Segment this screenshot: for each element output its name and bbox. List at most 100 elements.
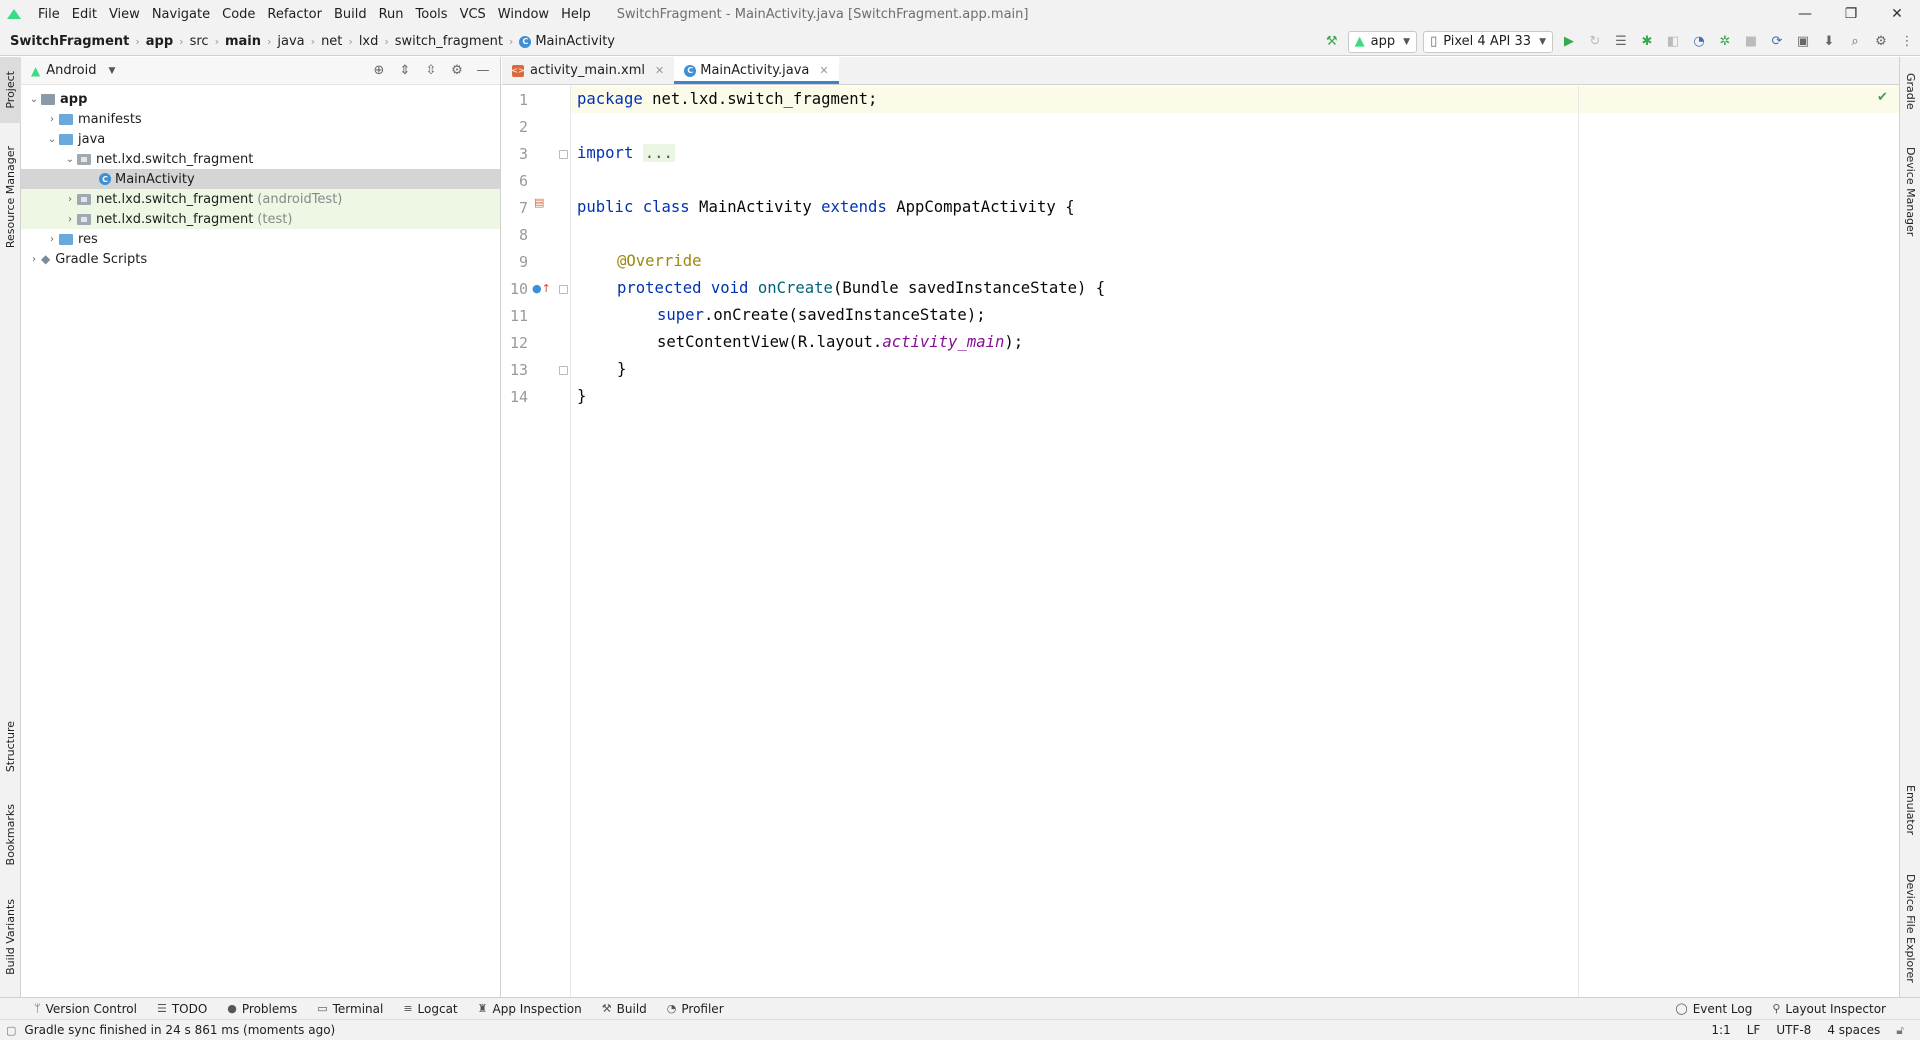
override-method-icon[interactable]: ●↑	[532, 282, 551, 295]
status-message[interactable]: ▢ Gradle sync finished in 24 s 861 ms (m…	[6, 1023, 335, 1037]
breadcrumb-lxd[interactable]: lxd	[355, 34, 383, 49]
breadcrumb-project[interactable]: SwitchFragment	[0, 34, 133, 49]
breadcrumb-switch-fragment[interactable]: switch_fragment	[391, 34, 507, 49]
tool-tab-gradle[interactable]: Gradle	[1900, 61, 1920, 121]
breadcrumb-net[interactable]: net	[317, 34, 346, 49]
sync-gradle-icon[interactable]: ⟳	[1764, 31, 1790, 53]
chevron-down-icon: ▼	[1403, 36, 1411, 47]
menu-view[interactable]: View	[103, 7, 146, 22]
tool-build[interactable]: ⚒ Build	[592, 1002, 657, 1016]
run-icon[interactable]: ▶	[1556, 31, 1582, 53]
layout-file-gutter-icon[interactable]: ▤	[534, 196, 544, 209]
fold-marker-icon[interactable]	[559, 285, 568, 294]
profile-icon[interactable]: ◔	[1686, 31, 1712, 53]
tree-item-app[interactable]: ⌄ app	[21, 89, 500, 109]
tool-tab-project[interactable]: Project	[0, 57, 21, 123]
tool-logcat[interactable]: ≡ Logcat	[393, 1002, 467, 1016]
menu-help[interactable]: Help	[555, 7, 597, 22]
tree-item-manifests[interactable]: › manifests	[21, 109, 500, 129]
tool-tab-emulator[interactable]: Emulator	[1900, 775, 1920, 845]
tree-item-package[interactable]: ⌄ net.lxd.switch_fragment	[21, 149, 500, 169]
hammer-icon: ⚒	[601, 1002, 612, 1015]
run-config-select[interactable]: ▲ app ▼	[1347, 30, 1418, 53]
tool-profiler[interactable]: ◔ Profiler	[657, 1002, 734, 1016]
tool-tab-build-variants[interactable]: Build Variants	[0, 887, 21, 987]
tree-item-mainactivity[interactable]: C MainActivity	[21, 169, 500, 189]
more-icon[interactable]: ⋮	[1894, 31, 1920, 53]
tab-activity-main-xml[interactable]: <> activity_main.xml ✕	[502, 57, 674, 84]
breadcrumb-app[interactable]: app	[142, 34, 177, 49]
device-manager-icon[interactable]: ▣	[1790, 31, 1816, 53]
caret-position[interactable]: 1:1	[1711, 1023, 1730, 1037]
tool-todo[interactable]: ☰ TODO	[147, 1002, 217, 1016]
menu-edit[interactable]: Edit	[66, 7, 103, 22]
code-editor[interactable]: package net.lxd.switch_fragment; import …	[571, 86, 1899, 997]
make-project-hammer-icon[interactable]: ⚒	[1319, 31, 1345, 53]
menu-tools[interactable]: Tools	[410, 7, 454, 22]
menu-file[interactable]: File	[32, 7, 66, 22]
expand-all-icon[interactable]: ⇕	[392, 63, 418, 78]
tool-tab-bookmarks[interactable]: Bookmarks	[0, 795, 21, 875]
breadcrumb-main[interactable]: main	[221, 34, 265, 49]
collapse-all-icon[interactable]: ⇳	[418, 63, 444, 78]
apply-changes-icon[interactable]: ☰	[1608, 31, 1634, 53]
folder-icon	[59, 233, 73, 245]
hide-panel-icon[interactable]: —	[470, 63, 496, 78]
sdk-manager-icon[interactable]: ⬇	[1816, 31, 1842, 53]
close-tab-icon[interactable]: ✕	[819, 64, 828, 77]
coverage-icon[interactable]: ◧	[1660, 31, 1686, 53]
fold-marker-icon[interactable]	[559, 150, 568, 159]
tool-event-log[interactable]: ◯ Event Log	[1665, 1002, 1762, 1016]
toggle-tool-windows-icon[interactable]: ▢	[6, 1024, 16, 1037]
breadcrumb-mainactivity[interactable]: C MainActivity	[515, 34, 619, 49]
menu-vcs[interactable]: VCS	[454, 7, 492, 22]
panel-options-gear-icon[interactable]: ⚙	[444, 63, 470, 78]
indent-setting[interactable]: 4 spaces	[1827, 1023, 1880, 1037]
close-tab-icon[interactable]: ✕	[655, 64, 664, 77]
stop-icon[interactable]: ■	[1738, 31, 1764, 53]
close-window-button[interactable]: ✕	[1874, 0, 1920, 28]
menu-build[interactable]: Build	[328, 7, 373, 22]
tool-terminal[interactable]: ▭ Terminal	[307, 1002, 393, 1016]
tool-tab-device-file-explorer[interactable]: Device File Explorer	[1900, 863, 1920, 993]
locate-file-icon[interactable]: ⊕	[366, 63, 392, 78]
tree-item-label: MainActivity	[115, 171, 195, 187]
tool-tab-resource-manager[interactable]: Resource Manager	[0, 137, 21, 257]
tree-item-java[interactable]: ⌄ java	[21, 129, 500, 149]
folded-imports[interactable]: ...	[642, 144, 675, 162]
breadcrumb-java[interactable]: java	[273, 34, 308, 49]
tree-item-package-androidtest[interactable]: › net.lxd.switch_fragment (androidTest)	[21, 189, 500, 209]
rerun-icon[interactable]: ↻	[1582, 31, 1608, 53]
tool-problems[interactable]: ● Problems	[217, 1002, 307, 1016]
tool-layout-inspector[interactable]: ⚲ Layout Inspector	[1762, 1002, 1896, 1016]
tab-mainactivity-java[interactable]: C MainActivity.java ✕	[674, 57, 840, 84]
lock-icon[interactable]: 🔓︎	[1896, 1023, 1904, 1038]
tool-tab-structure[interactable]: Structure	[0, 707, 21, 787]
profiler-icon: ◔	[666, 1002, 677, 1015]
tool-app-inspection[interactable]: ♜ App Inspection	[468, 1002, 592, 1016]
device-select[interactable]: ▯ Pixel 4 API 33 ▼	[1423, 30, 1553, 53]
line-separator[interactable]: LF	[1747, 1023, 1761, 1037]
tree-item-label: net.lxd.switch_fragment	[96, 211, 254, 227]
file-encoding[interactable]: UTF-8	[1776, 1023, 1811, 1037]
search-icon[interactable]: ⌕	[1842, 31, 1868, 53]
tree-item-res[interactable]: › res	[21, 229, 500, 249]
tree-item-gradle-scripts[interactable]: › ◆ Gradle Scripts	[21, 249, 500, 269]
tree-item-package-test[interactable]: › net.lxd.switch_fragment (test)	[21, 209, 500, 229]
breadcrumb-src[interactable]: src	[186, 34, 213, 49]
no-problems-check-icon[interactable]: ✔	[1877, 90, 1888, 105]
restore-button[interactable]: ❐	[1828, 0, 1874, 28]
menu-window[interactable]: Window	[492, 7, 555, 22]
menu-code[interactable]: Code	[216, 7, 261, 22]
attach-debugger-icon[interactable]: ✲	[1712, 31, 1738, 53]
menu-run[interactable]: Run	[373, 7, 410, 22]
fold-marker-icon[interactable]	[559, 366, 568, 375]
menu-navigate[interactable]: Navigate	[146, 7, 216, 22]
project-view-select[interactable]: ▲ Android ▼	[31, 63, 115, 78]
settings-gear-icon[interactable]: ⚙	[1868, 31, 1894, 53]
minimize-button[interactable]: —	[1782, 0, 1828, 28]
menu-refactor[interactable]: Refactor	[261, 7, 328, 22]
debug-icon[interactable]: ✱	[1634, 31, 1660, 53]
tool-tab-device-manager[interactable]: Device Manager	[1900, 137, 1920, 247]
tool-version-control[interactable]: ᛘ Version Control	[0, 1002, 147, 1016]
